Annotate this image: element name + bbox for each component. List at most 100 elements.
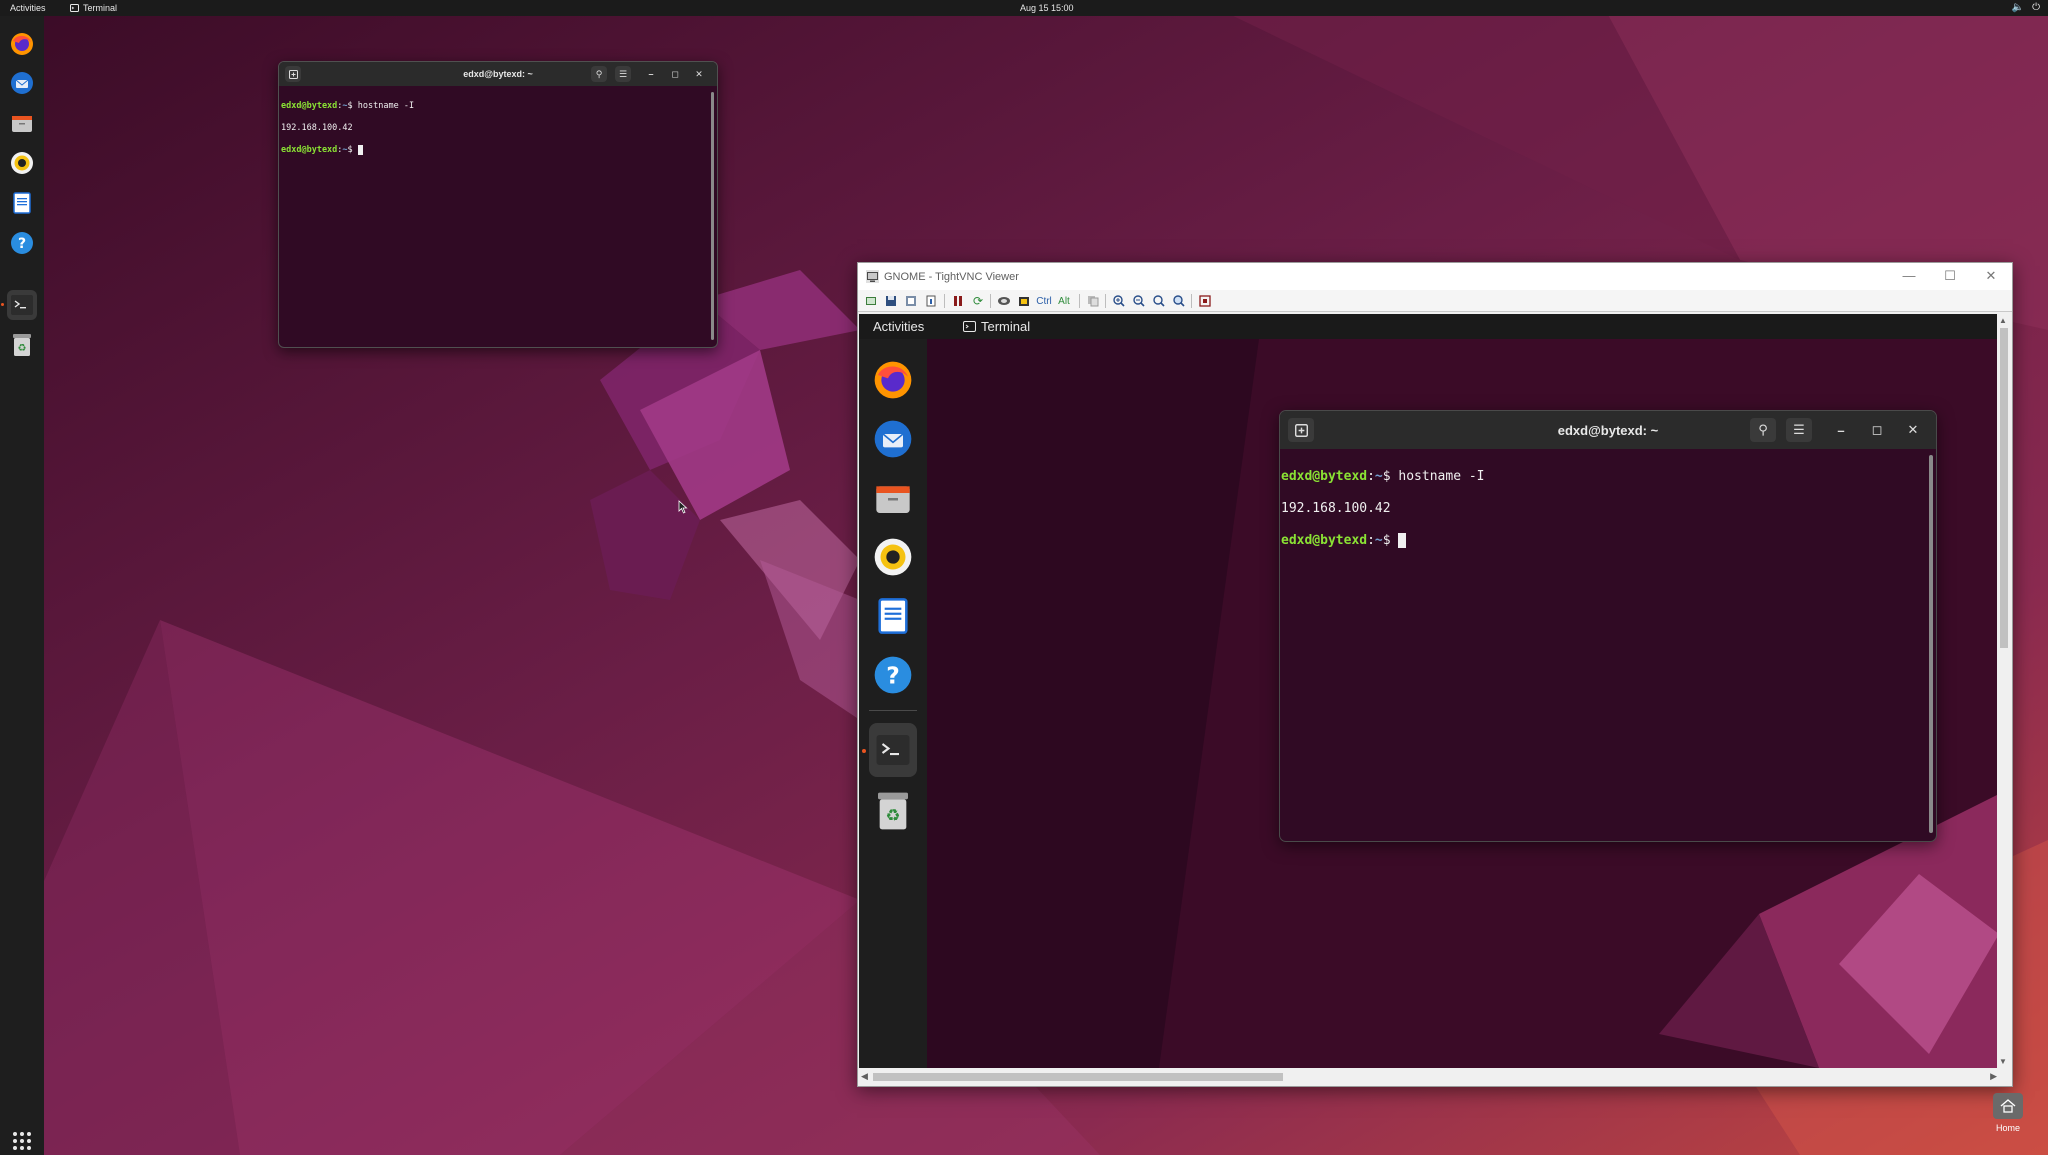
scroll-up-icon[interactable]: ▲	[1999, 316, 2007, 325]
terminal-dock-icon[interactable]	[7, 290, 37, 320]
terminal-output[interactable]: edxd@bytexd:~$ hostname -I 192.168.100.4…	[1280, 449, 1936, 585]
refresh-icon: ⟳	[972, 294, 984, 308]
terminal-icon	[963, 321, 976, 332]
scrollbar-thumb[interactable]	[873, 1073, 1283, 1081]
terminal-titlebar[interactable]: edxd@bytexd: ~ ⚲ ☰ – ◻ ✕	[1280, 411, 1936, 449]
close-button[interactable]: ✕	[1900, 418, 1926, 442]
remote-activities-button[interactable]: Activities	[873, 319, 924, 334]
terminal-line: edxd@bytexd:~$	[281, 145, 715, 156]
ctrl-toggle-button[interactable]: Ctrl	[1034, 293, 1054, 309]
maximize-icon: ☐	[1944, 268, 1956, 283]
fullscreen-button[interactable]	[1197, 293, 1213, 309]
scrollbar-thumb[interactable]	[2000, 328, 2008, 648]
close-button[interactable]: ✕	[1976, 267, 2006, 285]
alt-toggle-button[interactable]: Alt	[1054, 293, 1074, 309]
help-icon[interactable]: ?	[869, 651, 917, 699]
text-cursor	[357, 145, 363, 155]
minimize-button[interactable]: –	[1828, 418, 1854, 442]
scroll-left-icon[interactable]: ◀	[861, 1071, 868, 1082]
firefox-icon[interactable]	[7, 29, 37, 59]
close-icon: ✕	[695, 68, 703, 79]
hamburger-icon: ☰	[618, 68, 628, 79]
firefox-icon[interactable]	[869, 356, 917, 404]
maximize-icon: ◻	[671, 68, 679, 79]
zoom-in-button[interactable]	[1111, 293, 1127, 309]
vnc-toolbar: ⟳ Ctrl Alt	[858, 290, 2012, 312]
menu-button[interactable]: ☰	[1786, 418, 1812, 442]
refresh-button[interactable]: ⟳	[970, 293, 986, 309]
remote-desktop[interactable]: Activities Terminal ? ♻ edxd@bytexd: ~ ⚲…	[859, 314, 1999, 1068]
trash-icon[interactable]: ♻	[7, 330, 37, 360]
search-icon: ⚲	[1758, 422, 1768, 437]
trash-icon[interactable]: ♻	[869, 787, 917, 835]
transfer-files-button[interactable]	[1085, 293, 1101, 309]
scrollbar[interactable]	[711, 92, 714, 340]
terminal-window[interactable]: edxd@bytexd: ~ ⚲ ☰ – ◻ ✕ edxd@bytexd:~$ …	[278, 61, 718, 348]
home-label: Home	[1995, 1123, 2020, 1133]
hamburger-icon: ☰	[1793, 422, 1805, 437]
remote-dock: ? ♻	[859, 339, 927, 1068]
clock[interactable]: Aug 15 15:00	[1020, 3, 1074, 13]
search-button[interactable]: ⚲	[591, 66, 607, 82]
vertical-scrollbar[interactable]: ▲ ▼	[1997, 314, 2010, 1068]
scroll-down-icon[interactable]: ▼	[1999, 1057, 2007, 1066]
remote-terminal-window[interactable]: edxd@bytexd: ~ ⚲ ☰ – ◻ ✕ edxd@bytexd:~$ …	[1279, 410, 1937, 842]
toolbar-separator	[1079, 294, 1080, 308]
system-menu[interactable]: 🔈 ⏻	[2012, 2, 2040, 13]
home-folder-shortcut[interactable]: Home	[1987, 1093, 2029, 1143]
toolbar-separator	[1191, 294, 1192, 308]
pause-button[interactable]	[950, 293, 966, 309]
thunderbird-icon[interactable]	[869, 415, 917, 463]
terminal-output[interactable]: edxd@bytexd:~$ hostname -I 192.168.100.4…	[279, 86, 717, 182]
app-menu[interactable]: Terminal	[70, 3, 117, 13]
rhythmbox-icon[interactable]	[7, 148, 37, 178]
toolbar-separator	[1105, 294, 1106, 308]
activities-button[interactable]: Activities	[10, 3, 46, 13]
show-applications-icon[interactable]	[11, 1130, 33, 1152]
pause-icon	[954, 296, 962, 306]
terminal-titlebar[interactable]: edxd@bytexd: ~ ⚲ ☰ – ◻ ✕	[279, 62, 717, 86]
files-icon[interactable]	[7, 108, 37, 138]
zoom-fit-button[interactable]	[1171, 293, 1187, 309]
remote-top-bar: Activities Terminal	[859, 314, 1999, 339]
minimize-icon: –	[1837, 422, 1845, 438]
help-icon[interactable]: ?	[7, 228, 37, 258]
new-connection-button[interactable]	[863, 293, 879, 309]
thunderbird-icon[interactable]	[7, 68, 37, 98]
running-indicator	[1, 303, 4, 306]
options-button[interactable]	[903, 293, 919, 309]
terminal-line: edxd@bytexd:~$ hostname -I	[281, 101, 415, 111]
writer-icon[interactable]	[869, 592, 917, 640]
ctrl-esc-icon	[1019, 297, 1029, 306]
menu-button[interactable]: ☰	[615, 66, 631, 82]
zoom-out-icon	[1133, 295, 1145, 307]
ctrl-esc-button[interactable]	[1016, 293, 1032, 309]
rhythmbox-icon[interactable]	[869, 533, 917, 581]
maximize-button[interactable]: ◻	[667, 66, 683, 82]
info-icon	[926, 295, 936, 307]
zoom-out-button[interactable]	[1131, 293, 1147, 309]
files-icon[interactable]	[869, 474, 917, 522]
maximize-button[interactable]: ☐	[1935, 267, 1965, 285]
remote-app-menu[interactable]: Terminal	[963, 319, 1030, 334]
horizontal-scrollbar[interactable]: ◀ ▶	[859, 1070, 1999, 1084]
save-session-button[interactable]	[883, 293, 899, 309]
zoom-in-icon	[1113, 295, 1125, 307]
vnc-titlebar[interactable]: GNOME - TightVNC Viewer — ☐ ✕	[858, 263, 2012, 290]
minimize-button[interactable]: –	[643, 66, 659, 82]
minimize-button[interactable]: —	[1894, 267, 1924, 285]
toolbar-separator	[990, 294, 991, 308]
terminal-dock-icon[interactable]	[869, 723, 917, 777]
vnc-viewer-window[interactable]: GNOME - TightVNC Viewer — ☐ ✕ ⟳ Ctrl Alt	[857, 262, 2013, 1087]
zoom-100-button[interactable]	[1151, 293, 1167, 309]
ctrl-alt-del-button[interactable]	[996, 293, 1012, 309]
save-icon	[886, 296, 896, 306]
info-button[interactable]	[923, 293, 939, 309]
writer-icon[interactable]	[7, 188, 37, 218]
svg-text:?: ?	[886, 661, 900, 689]
maximize-button[interactable]: ◻	[1864, 418, 1890, 442]
scrollbar[interactable]	[1929, 455, 1933, 833]
search-button[interactable]: ⚲	[1750, 418, 1776, 442]
close-button[interactable]: ✕	[691, 66, 707, 82]
scroll-right-icon[interactable]: ▶	[1990, 1071, 1997, 1082]
